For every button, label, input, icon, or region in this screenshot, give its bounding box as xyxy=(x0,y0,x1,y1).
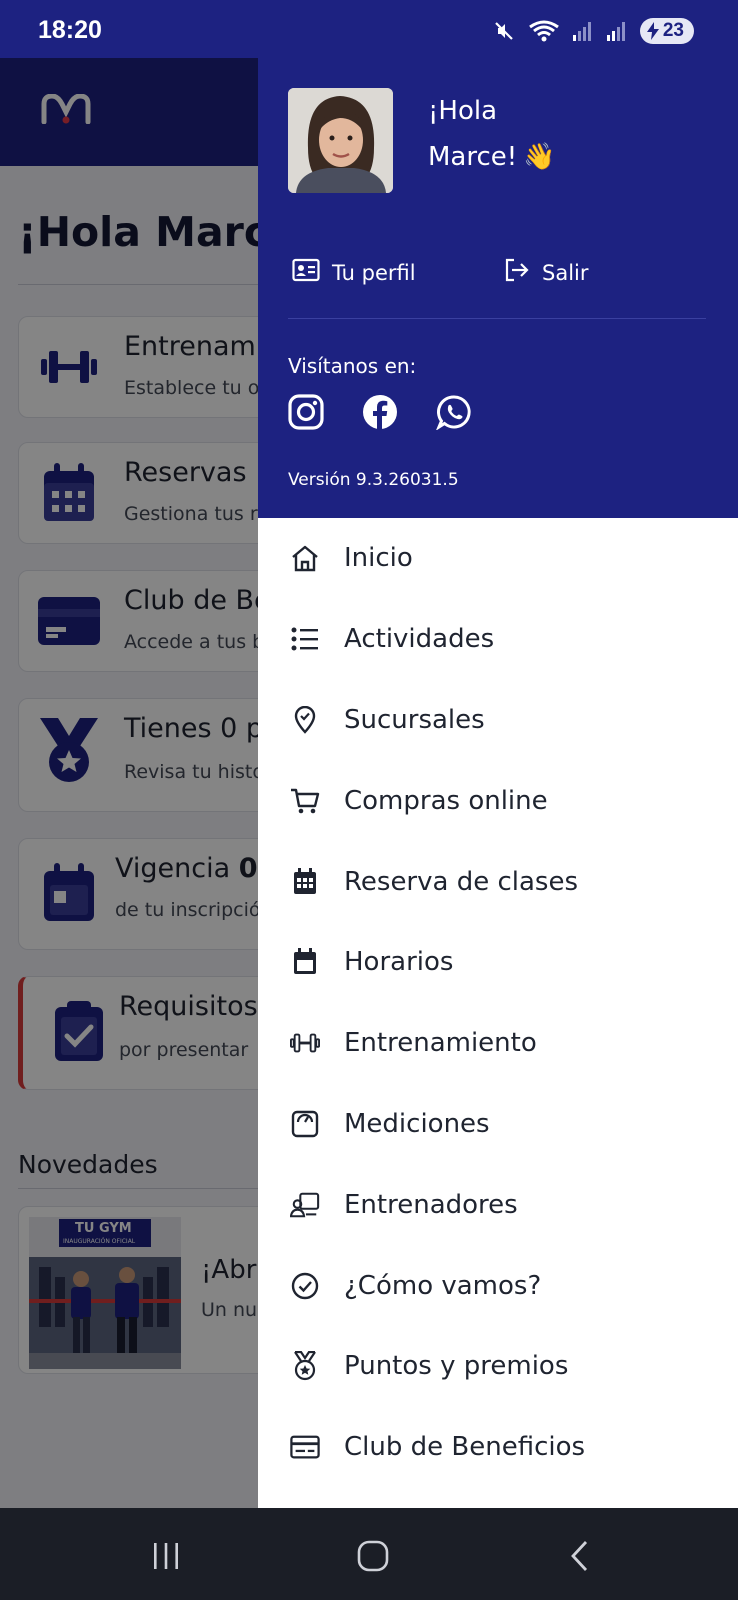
status-icons: 23 xyxy=(492,18,694,44)
status-bar: 18:20 23 xyxy=(0,0,738,58)
dumbbell-icon xyxy=(290,1028,320,1058)
logout-icon xyxy=(504,258,530,287)
whatsapp-icon[interactable] xyxy=(435,394,472,431)
divider xyxy=(288,318,706,319)
menu-item-reserva-clases[interactable]: Reserva de clases xyxy=(258,841,738,922)
menu-item-actividades[interactable]: Actividades xyxy=(258,599,738,680)
wave-emoji: 👋 xyxy=(523,142,556,172)
drawer-greeting-line2: Marce! 👋 xyxy=(428,142,556,172)
scale-icon xyxy=(290,1109,320,1139)
drawer-user-name: Marce! xyxy=(428,142,518,172)
menu-item-club-beneficios[interactable]: Club de Beneficios xyxy=(258,1407,738,1488)
id-card-icon xyxy=(292,258,320,287)
wifi-icon xyxy=(528,19,560,43)
menu-label: Actividades xyxy=(344,624,495,655)
profile-label: Tu perfil xyxy=(332,260,416,285)
navigation-drawer: ¡Hola Marce! 👋 Tu perfil Salir Visítanos … xyxy=(258,58,738,1508)
battery-level: 23 xyxy=(662,20,684,41)
mute-icon xyxy=(492,19,516,43)
menu-label: Reserva de clases xyxy=(344,866,579,897)
back-button[interactable] xyxy=(560,1538,600,1574)
social-links xyxy=(288,394,472,431)
signal-icon-2 xyxy=(606,19,628,43)
battery-indicator: 23 xyxy=(639,18,694,44)
menu-label: Entrenamiento xyxy=(344,1028,537,1059)
menu-label: Entrenadores xyxy=(344,1189,518,1220)
medal-icon xyxy=(290,1351,320,1381)
calendar-icon xyxy=(290,947,320,977)
cart-icon xyxy=(290,786,320,816)
app-version: Versión 9.3.26031.5 xyxy=(288,470,459,490)
menu-item-puntos-premios[interactable]: Puntos y premios xyxy=(258,1326,738,1407)
status-time: 18:20 xyxy=(38,16,102,44)
menu-label: Puntos y premios xyxy=(344,1351,569,1382)
menu-label: Inicio xyxy=(344,543,413,574)
drawer-header: ¡Hola Marce! 👋 Tu perfil Salir Visítanos … xyxy=(258,58,738,518)
trainer-icon xyxy=(290,1190,320,1220)
charging-icon xyxy=(646,22,659,40)
menu-item-mediciones[interactable]: Mediciones xyxy=(258,1084,738,1165)
menu-label: Compras online xyxy=(344,785,548,816)
menu-label: Mediciones xyxy=(344,1108,490,1139)
menu-item-como-vamos[interactable]: ¿Cómo vamos? xyxy=(258,1245,738,1326)
menu-label: ¿Cómo vamos? xyxy=(344,1270,542,1301)
home-icon xyxy=(290,543,320,573)
logout-button[interactable]: Salir xyxy=(504,258,589,287)
menu-item-entrenadores[interactable]: Entrenadores xyxy=(258,1164,738,1245)
visit-label: Visítanos en: xyxy=(288,354,417,378)
list-icon xyxy=(290,624,320,654)
recent-apps-button[interactable] xyxy=(146,1538,186,1574)
instagram-icon[interactable] xyxy=(288,394,324,430)
card-icon xyxy=(290,1432,320,1462)
home-button[interactable] xyxy=(353,1538,393,1574)
menu-item-entrenamiento[interactable]: Entrenamiento xyxy=(258,1003,738,1084)
drawer-greeting-line1: ¡Hola xyxy=(428,96,498,126)
avatar xyxy=(288,88,393,193)
menu-label: Sucursales xyxy=(344,704,485,735)
calendar-grid-icon xyxy=(290,867,320,897)
menu-item-horarios[interactable]: Horarios xyxy=(258,922,738,1003)
check-circle-icon xyxy=(290,1271,320,1301)
facebook-icon[interactable] xyxy=(362,394,398,430)
menu-item-compras-online[interactable]: Compras online xyxy=(258,760,738,841)
signal-icon-1 xyxy=(572,19,594,43)
profile-button[interactable]: Tu perfil xyxy=(292,258,416,287)
menu-label: Horarios xyxy=(344,947,454,978)
menu-label: Club de Beneficios xyxy=(344,1432,586,1463)
menu-item-sucursales[interactable]: Sucursales xyxy=(258,680,738,761)
logout-label: Salir xyxy=(542,260,589,285)
location-pin-icon xyxy=(290,705,320,735)
drawer-menu: Inicio Actividades Sucursales Compras on… xyxy=(258,518,738,1488)
menu-item-inicio[interactable]: Inicio xyxy=(258,518,738,599)
system-navigation-bar xyxy=(0,1508,738,1600)
